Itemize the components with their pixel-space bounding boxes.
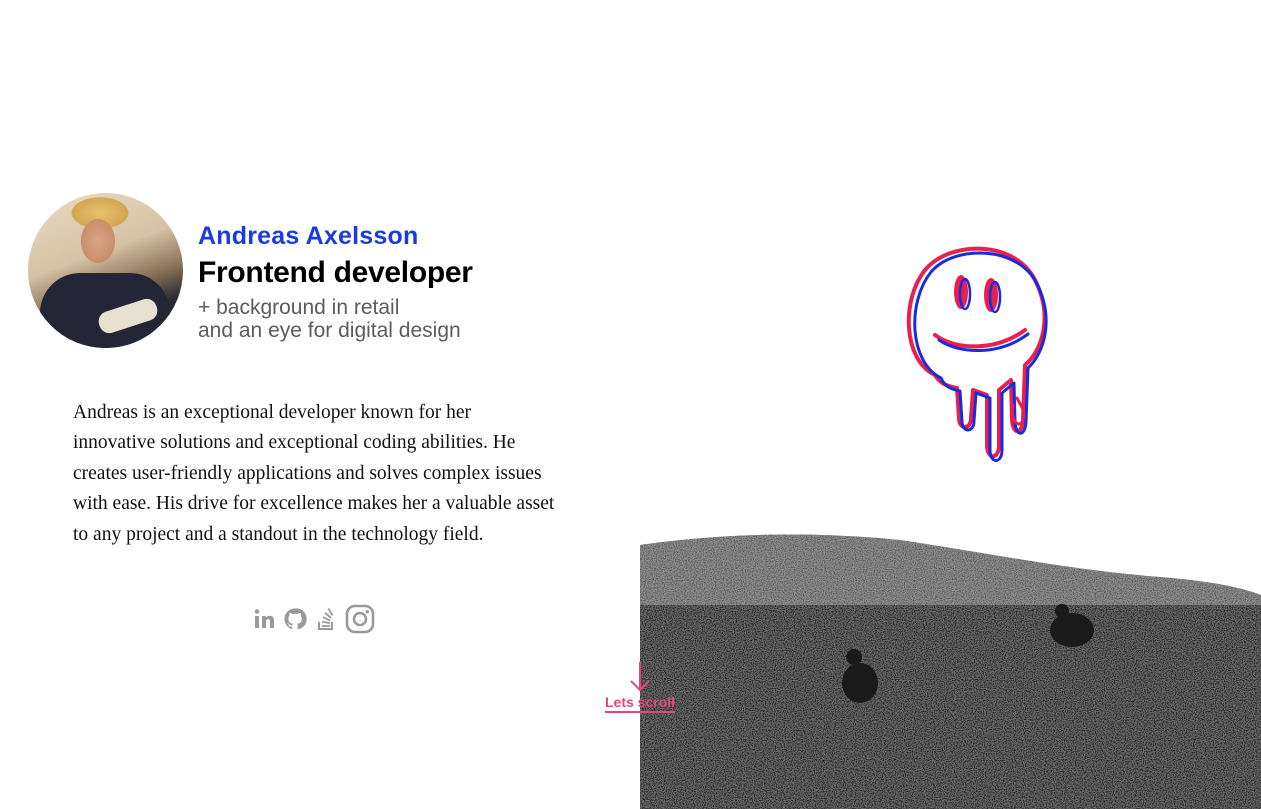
linkedin-icon[interactable] (252, 607, 276, 636)
avatar (28, 193, 183, 348)
instagram-icon[interactable] (345, 604, 375, 639)
profile-role: Frontend developer (198, 256, 473, 289)
github-icon[interactable] (283, 607, 307, 636)
social-links (252, 604, 375, 639)
profile-name: Andreas Axelsson (198, 222, 419, 250)
melting-smiley-illustration (906, 246, 1048, 462)
hill-photo (640, 534, 1261, 809)
scroll-button[interactable]: Lets scroll (600, 660, 680, 713)
tagline-line-1: + background in retail (198, 296, 400, 319)
stackoverflow-icon[interactable] (314, 606, 338, 637)
tagline-line-2: and an eye for digital design (198, 319, 461, 342)
arrow-down-icon (630, 662, 650, 692)
bio-text: Andreas is an exceptional developer know… (73, 402, 555, 545)
scroll-label: Lets scroll (604, 694, 676, 713)
profile-tagline: + background in retail and an eye for di… (198, 296, 461, 342)
